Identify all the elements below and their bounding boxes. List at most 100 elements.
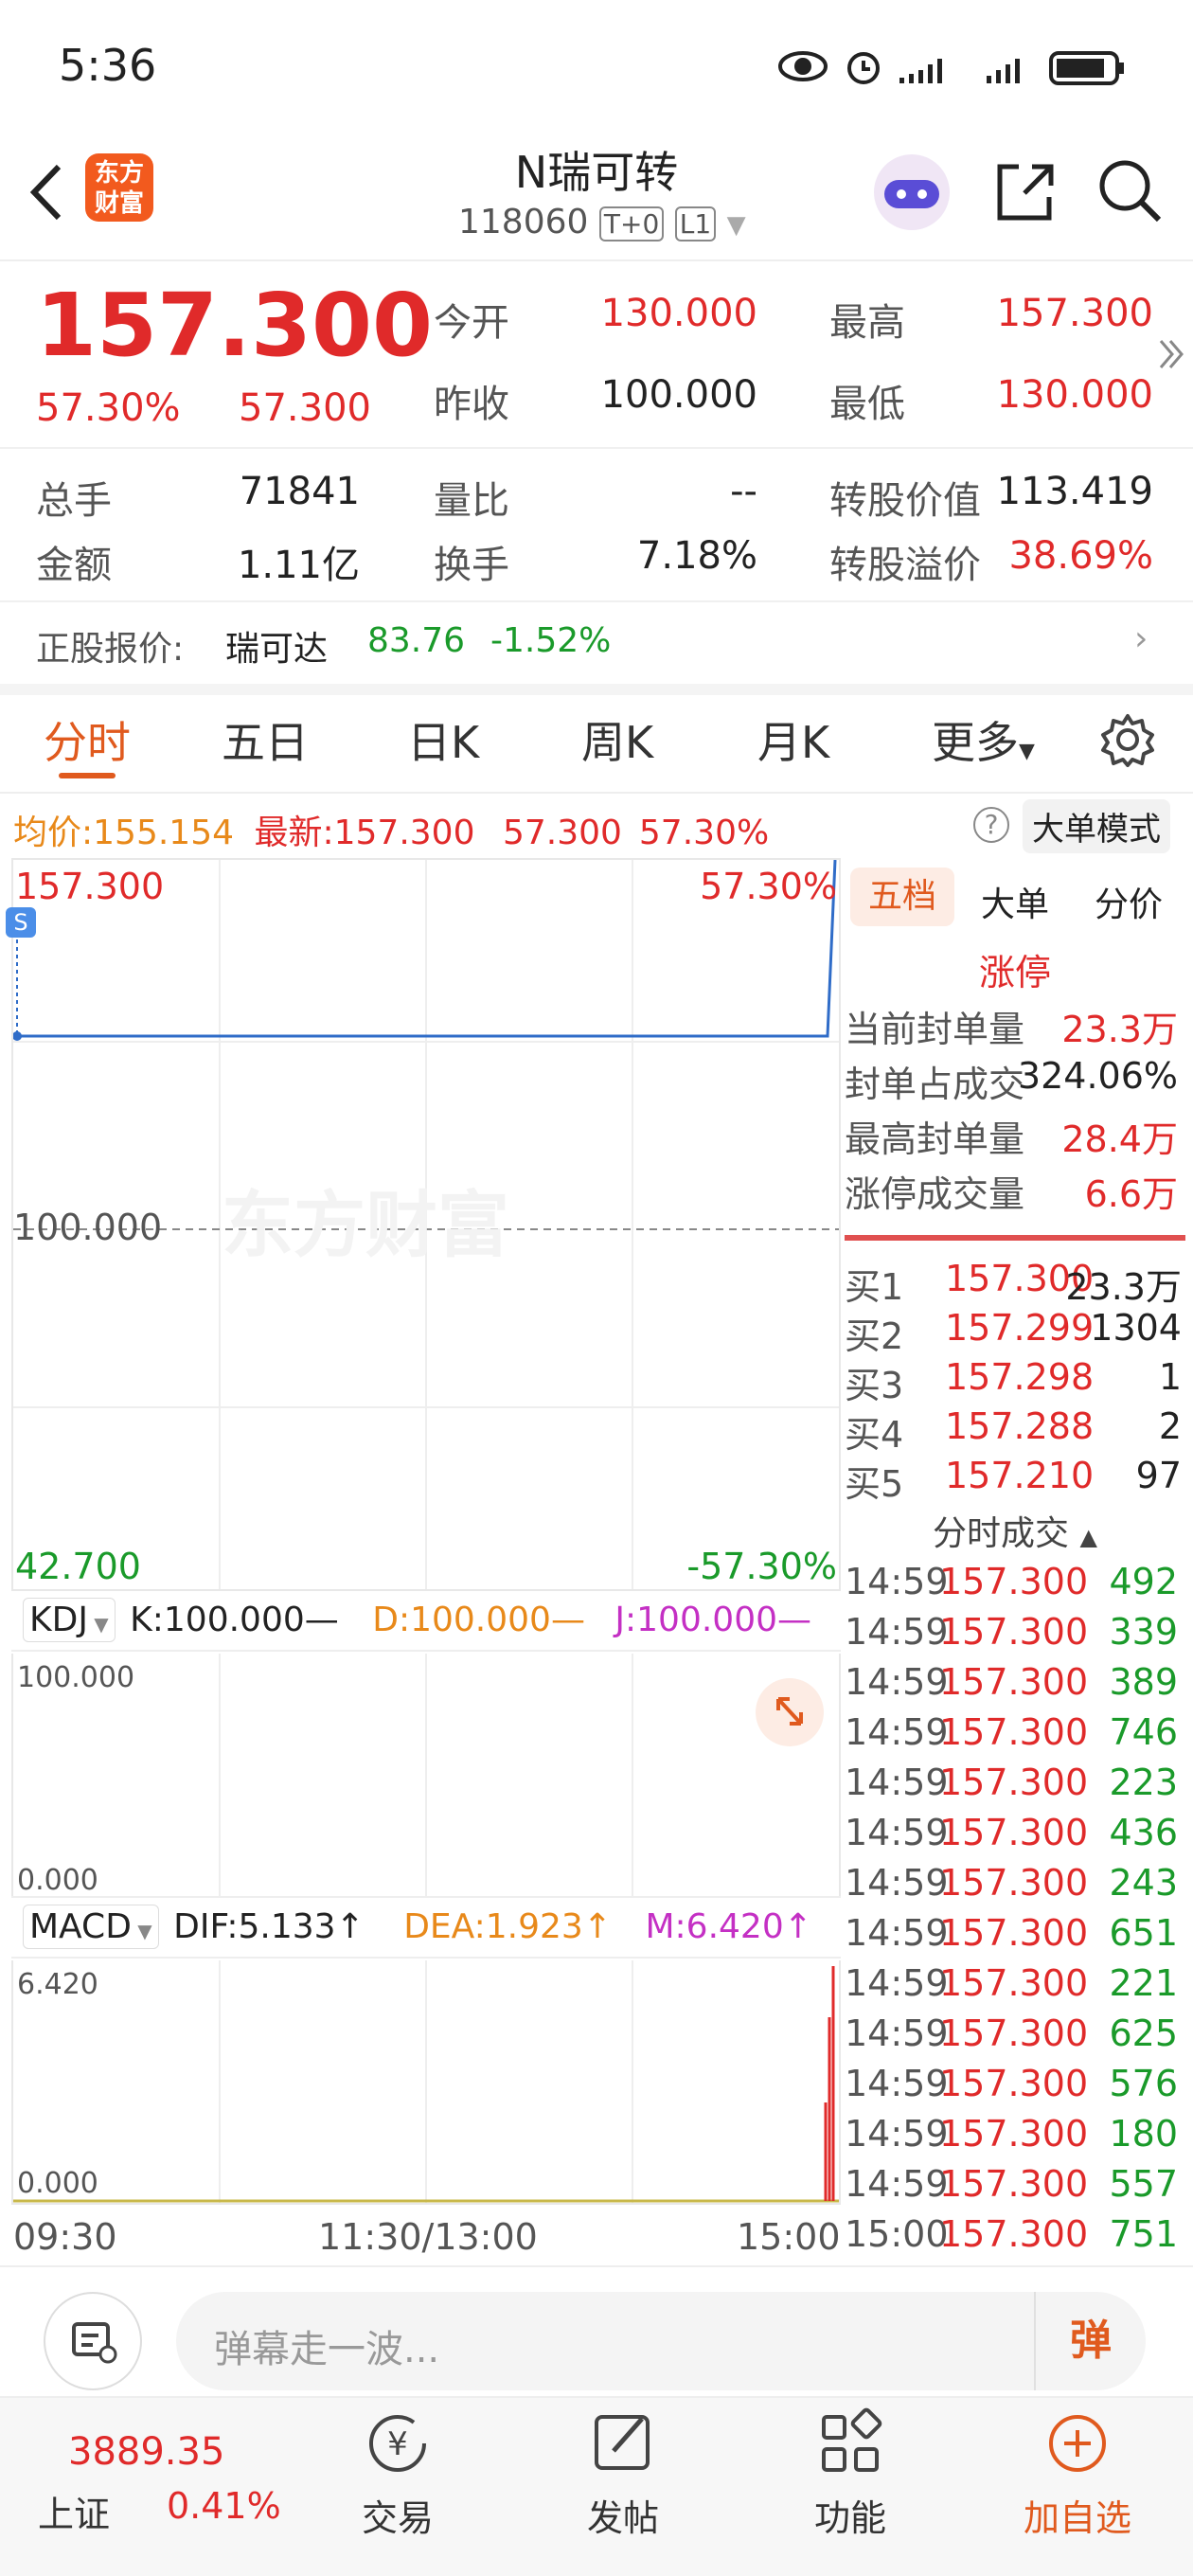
nav-functions[interactable]: 功能 xyxy=(775,2406,926,2541)
bid-row[interactable]: 买5 157.210 97 xyxy=(845,1455,1185,1507)
kdj-chart[interactable]: 100.000 0.000 xyxy=(11,1654,841,1897)
high-label: 最高 xyxy=(829,301,905,345)
tab-more[interactable]: 更多▼ xyxy=(932,708,1035,771)
underlying-name: 瑞可达 xyxy=(225,630,329,669)
danmaku-input[interactable]: 弹幕走一波... 弹 xyxy=(176,2292,1146,2390)
conv-value-label: 转股价值 xyxy=(829,479,981,523)
tab-monthly-k[interactable]: 月K xyxy=(757,708,829,771)
trade-row: 14:59 157.300 557 xyxy=(845,2163,1178,2205)
high-value: 157.300 xyxy=(996,292,1153,335)
sell-marker[interactable]: S xyxy=(6,907,36,938)
turnover-value: 7.18% xyxy=(636,534,757,578)
trade-row: 14:59 157.300 180 xyxy=(845,2113,1178,2155)
side-tab-big-orders[interactable]: 大单 xyxy=(981,877,1049,926)
robot-icon[interactable] xyxy=(871,152,953,233)
expand-right-icon[interactable] xyxy=(1157,335,1185,373)
tab-daily-k[interactable]: 日K xyxy=(407,708,479,771)
underlying-price: 83.76 xyxy=(367,621,466,660)
change-amount: 57.300 xyxy=(239,386,371,430)
kdj-bottom-value: 0.000 xyxy=(17,1864,98,1897)
time-label-open: 09:30 xyxy=(13,2216,117,2258)
macd-chart[interactable]: 6.420 0.000 xyxy=(11,1960,841,2205)
seal-row: 封单占成交 324.06% xyxy=(845,1055,1178,1105)
chart-bottom-price: 42.700 xyxy=(15,1546,141,1587)
nav-post[interactable]: 发帖 xyxy=(547,2406,699,2541)
limit-up-label: 涨停 xyxy=(979,952,1052,993)
bid-row[interactable]: 买3 157.298 1 xyxy=(845,1356,1185,1408)
amount-label: 金额 xyxy=(36,544,112,587)
premium-value: 38.69% xyxy=(1008,534,1153,578)
status-time: 5:36 xyxy=(59,40,157,91)
trade-row: 14:59 157.300 576 xyxy=(845,2063,1178,2104)
info-line: 均价:155.154 最新:157.300 57.300 57.30% xyxy=(13,814,770,852)
last-price: 157.300 xyxy=(36,275,434,376)
open-value: 130.000 xyxy=(600,292,757,335)
status-icons xyxy=(776,44,1136,91)
trade-row: 14:59 157.300 651 xyxy=(845,1912,1178,1954)
gear-icon[interactable] xyxy=(1100,712,1155,767)
tab-weekly-k[interactable]: 周K xyxy=(581,708,653,771)
tab-intraday[interactable]: 分时 xyxy=(44,708,131,771)
kdj-selector[interactable]: KDJ ▼ xyxy=(23,1598,116,1642)
volume-value: 71841 xyxy=(239,470,360,513)
side-tab-price-dist[interactable]: 分价 xyxy=(1095,877,1163,926)
trade-row: 14:59 157.300 436 xyxy=(845,1812,1178,1853)
quote-divider xyxy=(0,447,1193,449)
time-label-close: 15:00 xyxy=(737,2216,841,2258)
conv-value: 113.419 xyxy=(996,470,1153,513)
turnover-label: 换手 xyxy=(434,544,509,587)
svg-text:¥: ¥ xyxy=(387,2425,408,2463)
trade-row: 14:59 157.300 243 xyxy=(845,1862,1178,1904)
chart-top-pct: 57.30% xyxy=(700,866,837,907)
nav-add-watchlist[interactable]: 加自选 xyxy=(1002,2406,1153,2541)
help-icon[interactable]: ? xyxy=(973,807,1009,843)
trade-row: 14:59 157.300 223 xyxy=(845,1762,1178,1803)
prev-close-value: 100.000 xyxy=(600,373,757,417)
back-icon[interactable] xyxy=(21,159,68,225)
seal-row: 当前封单量 23.3万 xyxy=(845,1009,1178,1050)
danmaku-send-button[interactable]: 弹 xyxy=(1034,2292,1146,2390)
chart-watermark: 东方财富 xyxy=(222,1183,509,1267)
chevron-right-icon: › xyxy=(1134,619,1148,658)
index-ticker[interactable]: 3889.35 上证 0.41% xyxy=(28,2411,284,2544)
tab-active-indicator xyxy=(59,773,116,778)
time-label-noon: 11:30/13:00 xyxy=(318,2216,538,2258)
bid-row[interactable]: 买4 157.288 2 xyxy=(845,1405,1185,1458)
seal-row: 涨停成交量 6.6万 xyxy=(845,1173,1178,1215)
page-title: N瑞可转 xyxy=(514,147,679,198)
trade-row: 14:59 157.300 389 xyxy=(845,1661,1178,1703)
prev-close-label: 昨收 xyxy=(434,383,509,426)
bid-row[interactable]: 买1 157.300 23.3万 xyxy=(845,1258,1185,1310)
underlying-pct: -1.52% xyxy=(490,621,612,660)
macd-selector[interactable]: MACD ▼ xyxy=(23,1905,159,1949)
expand-chart-icon[interactable] xyxy=(756,1678,824,1746)
security-code: 118060 T+0 L1 ▼ xyxy=(458,203,746,242)
danmaku-placeholder: 弹幕走一波... xyxy=(214,2328,440,2371)
tab-five-day[interactable]: 五日 xyxy=(222,708,309,771)
trade-row: 14:59 157.300 221 xyxy=(845,1962,1178,2004)
volume-ratio-label: 量比 xyxy=(434,479,509,523)
trade-row: 14:59 157.300 746 xyxy=(845,1711,1178,1753)
header-divider xyxy=(0,259,1193,261)
trades-title[interactable]: 分时成交 ▲ xyxy=(845,1506,1185,1555)
intraday-chart[interactable]: 东方财富 157.300 57.30% 100.000 42.700 -57.3… xyxy=(6,858,841,1591)
bid-row[interactable]: 买2 157.299 1304 xyxy=(845,1307,1185,1359)
premium-label: 转股溢价 xyxy=(829,544,981,587)
big-order-mode-button[interactable]: 大单模式 xyxy=(1023,799,1170,853)
note-icon[interactable] xyxy=(44,2292,142,2390)
underlying-label: 正股报价: xyxy=(36,630,185,669)
open-label: 今开 xyxy=(434,301,509,345)
chart-top-price: 157.300 xyxy=(15,866,165,907)
kdj-top-value: 100.000 xyxy=(17,1661,135,1694)
tabs-divider xyxy=(0,792,1193,794)
macd-header: MACD ▼ DIF:5.133↑ DEA:1.923↑ M:6.420↑ xyxy=(11,1896,841,1959)
macd-bottom-value: 0.000 xyxy=(17,2167,98,2200)
share-icon[interactable] xyxy=(990,157,1059,225)
low-label: 最低 xyxy=(829,383,905,426)
side-tab-five-levels[interactable]: 五档 xyxy=(850,868,954,926)
underlying-row[interactable]: 正股报价: 瑞可达 83.76 -1.52% › xyxy=(0,602,1193,684)
search-icon[interactable] xyxy=(1096,157,1165,225)
nav-trade[interactable]: ¥ 交易 xyxy=(322,2406,473,2541)
brand-logo: 东方 财富 xyxy=(85,153,153,222)
trade-row: 14:59 157.300 492 xyxy=(845,1561,1178,1602)
